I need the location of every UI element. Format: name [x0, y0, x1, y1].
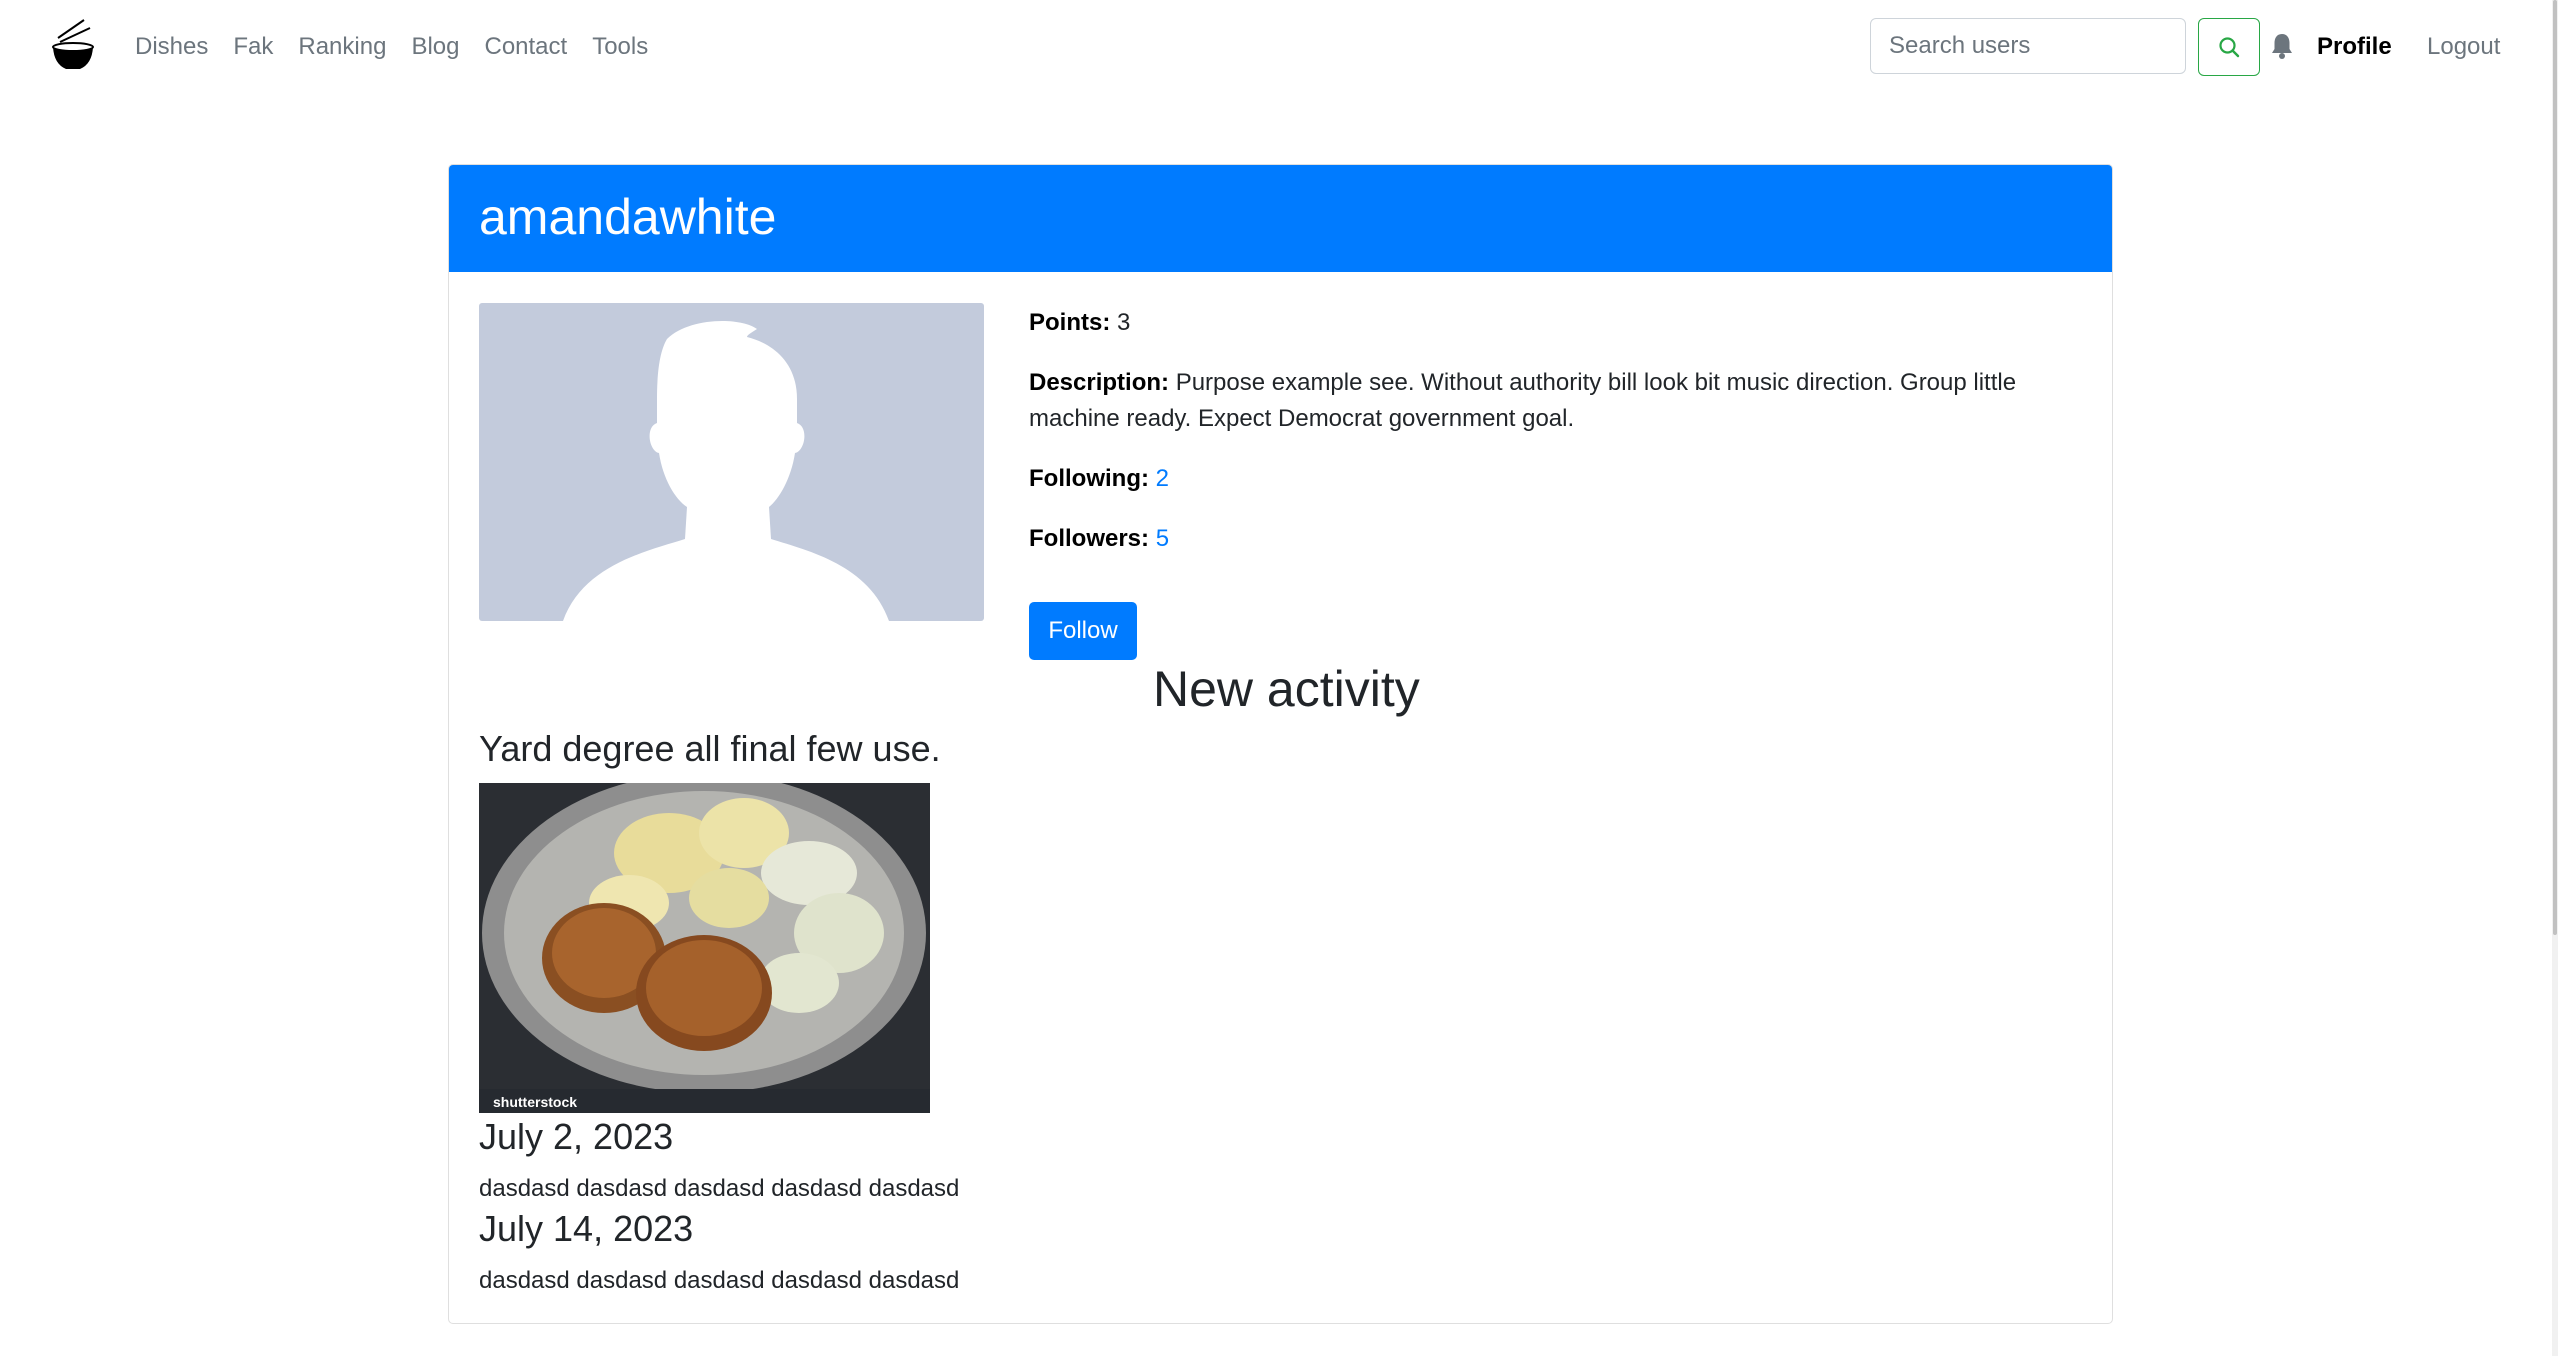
nav-links: Dishes Fak Ranking Blog Contact Tools — [135, 30, 673, 64]
dish-photo[interactable]: shutterstock — [479, 773, 930, 1113]
profile-username: amandawhite — [479, 189, 777, 245]
bowl-logo-icon[interactable] — [50, 18, 96, 76]
followers-row: Followers: 5 — [1029, 521, 2059, 557]
search-users-input[interactable] — [1870, 18, 2186, 74]
description-label: Description: — [1029, 369, 1170, 396]
nav-link-ranking[interactable]: Ranking — [298, 30, 386, 64]
nav-logout-link[interactable]: Logout — [2427, 30, 2500, 64]
search-icon — [2219, 37, 2240, 58]
followers-label: Followers: — [1029, 525, 1150, 552]
following-count-link[interactable]: 2 — [1156, 465, 1169, 492]
entry-date: July 14, 2023 — [479, 1208, 694, 1249]
follow-button[interactable]: Follow — [1029, 602, 1137, 660]
following-label: Following: — [1029, 465, 1149, 492]
bell-icon[interactable] — [2270, 32, 2294, 60]
scrollbar-thumb[interactable] — [2553, 0, 2557, 935]
navbar: Dishes Fak Ranking Blog Contact Tools Pr… — [0, 0, 2558, 94]
description-text: Purpose example see. Without authority b… — [1029, 369, 2017, 432]
search-button[interactable] — [2198, 18, 2260, 76]
nav-link-contact[interactable]: Contact — [484, 30, 567, 64]
entry-text: dasdasd dasdasd dasdasd dasdasd dasdasd — [479, 1175, 960, 1202]
entry-date: July 2, 2023 — [479, 1116, 674, 1157]
description-row: Description: Purpose example see. Withou… — [1029, 365, 2059, 437]
avatar-placeholder — [479, 303, 984, 621]
nav-link-tools[interactable]: Tools — [592, 30, 648, 64]
nav-profile-link[interactable]: Profile — [2317, 30, 2392, 64]
points-value: 3 — [1117, 309, 1131, 336]
watermark-text: shutterstock — [493, 1094, 577, 1110]
following-row: Following: 2 — [1029, 461, 2059, 497]
points-row: Points: 3 — [1029, 305, 2059, 341]
profile-info: Points: 3 Description: Purpose example s… — [1029, 305, 2059, 581]
post-title: Yard degree all final few use. — [479, 728, 941, 769]
nav-link-blog[interactable]: Blog — [411, 30, 459, 64]
activity-heading: New activity — [1153, 661, 1420, 717]
entry-text: dasdasd dasdasd dasdasd dasdasd dasdasd — [479, 1267, 960, 1294]
nav-link-fak[interactable]: Fak — [233, 30, 273, 64]
followers-count-link[interactable]: 5 — [1156, 525, 1169, 552]
profile-header: amandawhite — [449, 165, 2112, 272]
nav-link-dishes[interactable]: Dishes — [135, 30, 208, 64]
profile-card: amandawhite Points: 3 Description: Purpo… — [448, 164, 2113, 1324]
points-label: Points: — [1029, 309, 1111, 336]
